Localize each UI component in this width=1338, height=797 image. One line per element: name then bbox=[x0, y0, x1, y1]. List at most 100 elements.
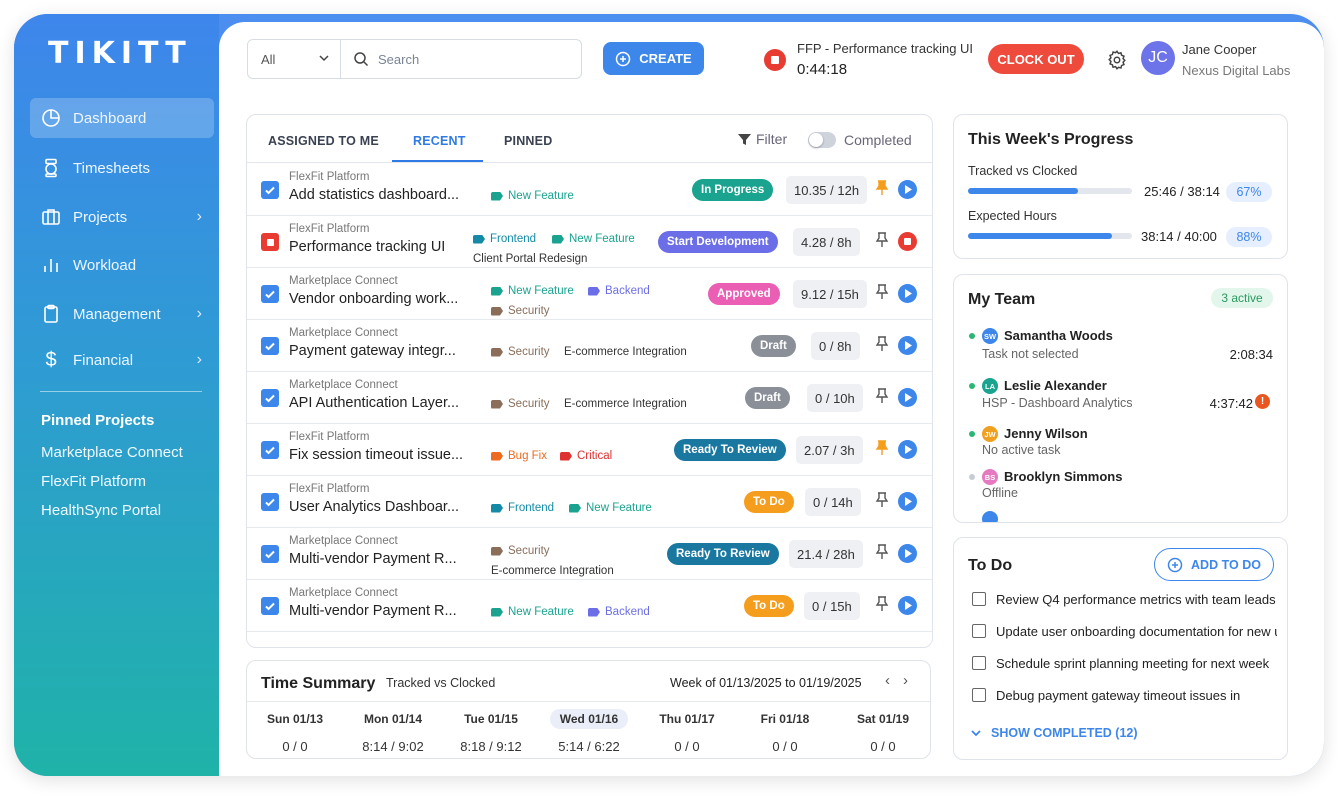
todo-checkbox[interactable] bbox=[972, 624, 986, 638]
task-name[interactable]: Vendor onboarding work... bbox=[289, 291, 458, 307]
member-name[interactable]: Samantha Woods bbox=[1004, 328, 1113, 343]
task-checkbox[interactable] bbox=[261, 545, 279, 563]
member-name[interactable]: Leslie Alexander bbox=[1004, 378, 1107, 393]
status-badge[interactable]: Ready To Review bbox=[667, 543, 779, 565]
task-name[interactable]: API Authentication Layer... bbox=[289, 395, 459, 411]
task-checkbox[interactable] bbox=[261, 597, 279, 615]
table-row[interactable]: FlexFit Platform Performance tracking UI F… bbox=[247, 216, 933, 268]
table-row[interactable]: Marketplace Connect Multi-vendor Payment … bbox=[247, 528, 933, 580]
status-badge[interactable]: Draft bbox=[751, 335, 796, 357]
task-name[interactable]: User Analytics Dashboar... bbox=[289, 499, 459, 515]
day-label[interactable]: Wed 01/16 bbox=[549, 709, 629, 729]
pin-icon[interactable] bbox=[875, 544, 889, 564]
prev-week-icon[interactable]: ‹ bbox=[885, 672, 890, 689]
create-button[interactable]: CREATE bbox=[603, 42, 704, 75]
member-name[interactable]: Brooklyn Simmons bbox=[1004, 469, 1122, 484]
todo-checkbox[interactable] bbox=[972, 656, 986, 670]
table-row[interactable]: FlexFit Platform Fix session timeout issu… bbox=[247, 424, 933, 476]
task-checkbox[interactable] bbox=[261, 389, 279, 407]
pin-icon[interactable] bbox=[875, 180, 889, 200]
table-row[interactable]: Marketplace Connect Multi-vendor Payment … bbox=[247, 580, 933, 632]
todo-checkbox[interactable] bbox=[972, 592, 986, 606]
pin-icon[interactable] bbox=[875, 232, 889, 252]
filter-button[interactable]: Filter bbox=[738, 131, 787, 147]
task-checkbox[interactable] bbox=[261, 285, 279, 303]
task-project: FlexFit Platform bbox=[289, 171, 370, 183]
play-button[interactable] bbox=[898, 336, 917, 355]
next-week-icon[interactable]: › bbox=[903, 672, 908, 689]
pin-icon[interactable] bbox=[875, 284, 889, 304]
sidebar-item-timesheets[interactable]: Timesheets bbox=[30, 148, 214, 188]
member-name[interactable]: Jenny Wilson bbox=[1004, 426, 1088, 441]
pin-icon[interactable] bbox=[875, 336, 889, 356]
stop-timer-button[interactable] bbox=[898, 232, 917, 251]
pin-icon[interactable] bbox=[875, 492, 889, 512]
task-checkbox[interactable] bbox=[261, 493, 279, 511]
avatar[interactable]: JC bbox=[1141, 41, 1175, 75]
todo-item[interactable]: Review Q4 performance metrics with team … bbox=[972, 589, 1277, 609]
status-badge[interactable]: Ready To Review bbox=[674, 439, 786, 461]
todo-item[interactable]: Schedule sprint planning meeting for nex… bbox=[972, 653, 1277, 673]
task-checkbox[interactable] bbox=[261, 337, 279, 355]
task-checkbox[interactable] bbox=[261, 441, 279, 459]
plus-circle-icon bbox=[1167, 557, 1183, 572]
pin-icon[interactable] bbox=[875, 388, 889, 408]
scope-select[interactable]: All bbox=[248, 40, 341, 78]
todo-item[interactable]: Update user onboarding documentation for… bbox=[972, 621, 1277, 641]
status-badge[interactable]: In Progress bbox=[692, 179, 774, 201]
tab-pinned[interactable]: PINNED bbox=[504, 134, 552, 148]
sidebar-item-financial[interactable]: $ Financial › bbox=[30, 340, 214, 380]
pushpin-icon bbox=[875, 336, 889, 351]
show-completed-button[interactable]: SHOW COMPLETED (12) bbox=[970, 726, 1138, 740]
task-name[interactable]: Performance tracking UI bbox=[289, 239, 445, 255]
task-name[interactable]: Multi-vendor Payment R... bbox=[289, 551, 457, 567]
table-row[interactable]: Marketplace Connect API Authentication La… bbox=[247, 372, 933, 424]
play-button[interactable] bbox=[898, 492, 917, 511]
play-button[interactable] bbox=[898, 440, 917, 459]
tab-recent[interactable]: RECENT bbox=[413, 134, 466, 148]
play-icon bbox=[904, 497, 912, 506]
status-badge[interactable]: Start Development bbox=[658, 231, 778, 253]
sidebar-item-workload[interactable]: Workload bbox=[30, 245, 214, 285]
table-row[interactable]: FlexFit Platform User Analytics Dashboar.… bbox=[247, 476, 933, 528]
clock-out-button[interactable]: CLOCK OUT bbox=[988, 44, 1084, 74]
pushpin-icon bbox=[875, 388, 889, 403]
gear-icon[interactable] bbox=[1106, 49, 1128, 71]
pinned-project-link[interactable]: HealthSync Portal bbox=[41, 502, 161, 519]
timer-stop-button[interactable] bbox=[764, 49, 786, 71]
search-input[interactable]: Search bbox=[341, 51, 419, 67]
pin-icon[interactable] bbox=[875, 596, 889, 616]
task-name[interactable]: Multi-vendor Payment R... bbox=[289, 603, 457, 619]
todo-item[interactable]: Debug payment gateway timeout issues in bbox=[972, 685, 1277, 705]
play-button[interactable] bbox=[898, 180, 917, 199]
play-button[interactable] bbox=[898, 596, 917, 615]
pinned-project-link[interactable]: Marketplace Connect bbox=[41, 444, 183, 461]
add-todo-button[interactable]: ADD TO DO bbox=[1154, 548, 1274, 581]
sidebar-item-label: Financial bbox=[73, 351, 134, 369]
table-row[interactable]: Marketplace Connect Payment gateway integ… bbox=[247, 320, 933, 372]
status-badge[interactable]: To Do bbox=[744, 491, 794, 513]
sidebar-item-projects[interactable]: Projects › bbox=[30, 197, 214, 237]
status-badge[interactable]: To Do bbox=[744, 595, 794, 617]
tab-assigned-to-me[interactable]: ASSIGNED TO ME bbox=[268, 134, 379, 148]
task-checkbox[interactable] bbox=[261, 181, 279, 199]
play-button[interactable] bbox=[898, 284, 917, 303]
play-button[interactable] bbox=[898, 544, 917, 563]
todo-checkbox[interactable] bbox=[972, 688, 986, 702]
timer-stop-checkbox[interactable] bbox=[261, 233, 279, 251]
task-name[interactable]: Add statistics dashboard... bbox=[289, 187, 459, 203]
pinned-project-link[interactable]: FlexFit Platform bbox=[41, 473, 146, 490]
sidebar-item-management[interactable]: Management › bbox=[30, 294, 214, 334]
table-row[interactable]: FlexFit Platform Add statistics dashboard… bbox=[247, 164, 933, 216]
completed-toggle[interactable] bbox=[808, 132, 836, 148]
task-tag-label: New Feature bbox=[586, 502, 652, 514]
pin-icon[interactable] bbox=[875, 440, 889, 460]
status-badge[interactable]: Approved bbox=[708, 283, 780, 305]
play-button[interactable] bbox=[898, 388, 917, 407]
sidebar-item-dashboard[interactable]: Dashboard bbox=[30, 98, 214, 138]
status-badge[interactable]: Draft bbox=[745, 387, 790, 409]
table-row[interactable]: Marketplace Connect Vendor onboarding wor… bbox=[247, 268, 933, 320]
task-name[interactable]: Fix session timeout issue... bbox=[289, 447, 463, 463]
pushpin-icon bbox=[875, 596, 889, 611]
task-name[interactable]: Payment gateway integr... bbox=[289, 343, 456, 359]
